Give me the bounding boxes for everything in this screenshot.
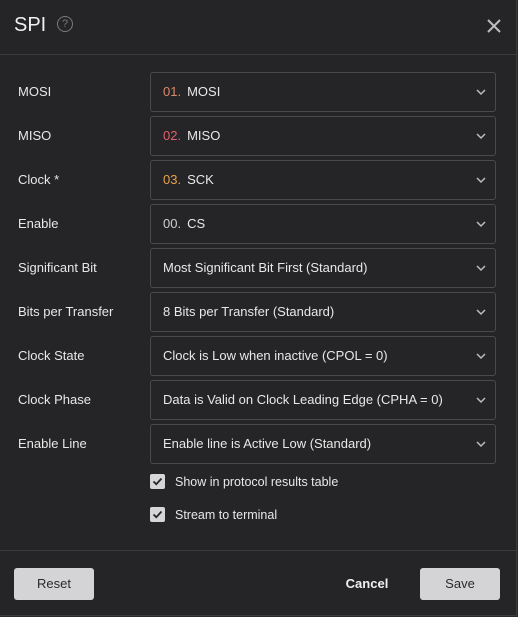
- checkmark-icon: [152, 477, 163, 486]
- clock-phase-label: Clock Phase: [18, 392, 91, 407]
- field-row-miso: MISO 02. MISO: [0, 116, 516, 156]
- stream-to-terminal-checkbox[interactable]: [150, 507, 165, 522]
- reset-button[interactable]: Reset: [14, 568, 94, 600]
- field-row-enable: Enable 00. CS: [0, 204, 516, 244]
- stream-to-terminal-label: Stream to terminal: [175, 508, 278, 522]
- miso-channel-number: 02.: [163, 128, 182, 143]
- miso-select[interactable]: 02. MISO: [150, 116, 496, 156]
- chevron-down-icon: [476, 309, 486, 316]
- field-row-clock: Clock * 03. SCK: [0, 160, 516, 200]
- miso-value: MISO: [187, 128, 221, 143]
- dialog-footer: Reset Cancel Save: [0, 550, 516, 616]
- field-row-significant-bit: Significant Bit Most Significant Bit Fir…: [0, 248, 516, 288]
- chevron-down-icon: [476, 133, 486, 140]
- chevron-down-icon: [476, 353, 486, 360]
- spi-dialog: SPI ? MOSI 01. MOSI MISO 02. MISO Clock *: [0, 0, 517, 616]
- chevron-down-icon: [476, 177, 486, 184]
- enable-value: CS: [187, 216, 206, 231]
- chevron-down-icon: [476, 89, 486, 96]
- field-row-enable-line: Enable Line Enable line is Active Low (S…: [0, 424, 516, 464]
- show-in-table-label: Show in protocol results table: [175, 475, 339, 489]
- clock-state-select[interactable]: Clock is Low when inactive (CPOL = 0): [150, 336, 496, 376]
- field-row-clock-state: Clock State Clock is Low when inactive (…: [0, 336, 516, 376]
- miso-label: MISO: [18, 128, 52, 143]
- field-row-clock-phase: Clock Phase Data is Valid on Clock Leadi…: [0, 380, 516, 420]
- mosi-value: MOSI: [187, 84, 221, 99]
- clock-channel-number: 03.: [163, 172, 182, 187]
- mosi-select[interactable]: 01. MOSI: [150, 72, 496, 112]
- enable-channel-number: 00.: [163, 216, 182, 231]
- significant-bit-value: Most Significant Bit First (Standard): [163, 260, 368, 275]
- enable-select[interactable]: 00. CS: [150, 204, 496, 244]
- significant-bit-label: Significant Bit: [18, 260, 97, 275]
- bits-per-transfer-value: 8 Bits per Transfer (Standard): [163, 304, 335, 319]
- cancel-button[interactable]: Cancel: [338, 568, 396, 600]
- dialog-header: SPI ?: [0, 0, 516, 55]
- chevron-down-icon: [476, 397, 486, 404]
- close-icon[interactable]: [484, 16, 504, 36]
- bits-per-transfer-label: Bits per Transfer: [18, 304, 114, 319]
- help-icon[interactable]: ?: [57, 16, 73, 32]
- significant-bit-select[interactable]: Most Significant Bit First (Standard): [150, 248, 496, 288]
- chevron-down-icon: [476, 441, 486, 448]
- show-in-table-checkbox[interactable]: [150, 474, 165, 489]
- chevron-down-icon: [476, 221, 486, 228]
- enable-line-select[interactable]: Enable line is Active Low (Standard): [150, 424, 496, 464]
- enable-line-value: Enable line is Active Low (Standard): [163, 436, 372, 451]
- clock-state-label: Clock State: [18, 348, 85, 363]
- clock-phase-select[interactable]: Data is Valid on Clock Leading Edge (CPH…: [150, 380, 496, 420]
- clock-phase-value: Data is Valid on Clock Leading Edge (CPH…: [163, 392, 443, 407]
- field-row-bits-per-transfer: Bits per Transfer 8 Bits per Transfer (S…: [0, 292, 516, 332]
- mosi-label: MOSI: [18, 84, 52, 99]
- enable-label: Enable: [18, 216, 59, 231]
- enable-line-label: Enable Line: [18, 436, 87, 451]
- dialog-title: SPI: [14, 14, 47, 36]
- mosi-channel-number: 01.: [163, 84, 182, 99]
- clock-state-value: Clock is Low when inactive (CPOL = 0): [163, 348, 388, 363]
- clock-label: Clock *: [18, 172, 60, 187]
- chevron-down-icon: [476, 265, 486, 272]
- clock-select[interactable]: 03. SCK: [150, 160, 496, 200]
- bits-per-transfer-select[interactable]: 8 Bits per Transfer (Standard): [150, 292, 496, 332]
- field-row-mosi: MOSI 01. MOSI: [0, 72, 516, 112]
- checkmark-icon: [152, 510, 163, 519]
- save-button[interactable]: Save: [420, 568, 500, 600]
- clock-value: SCK: [187, 172, 214, 187]
